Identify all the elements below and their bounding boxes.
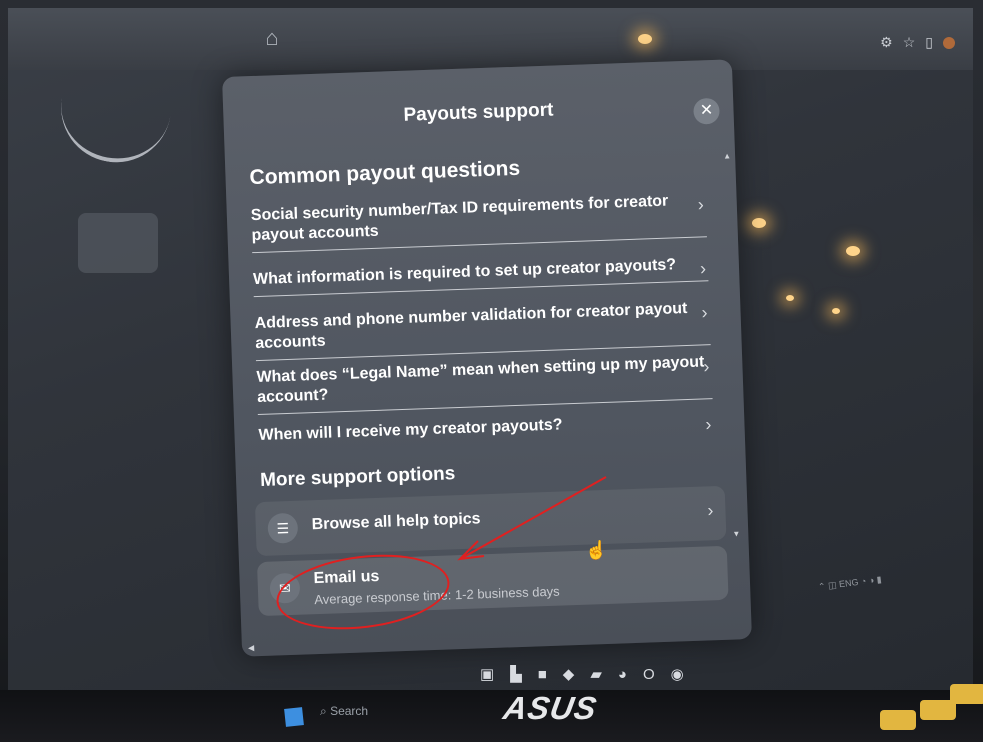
app-icon[interactable]: ◆ [563,666,591,683]
annotation-layer [457,476,607,561]
windows-start-icon[interactable] [284,707,304,727]
annotation-arrow-line [461,476,607,559]
keyboard-key [880,710,916,730]
search-icon: ⌕ [320,704,327,718]
store-icon[interactable]: ■ [538,666,563,683]
laptop-brand-logo: ASUS [500,690,600,726]
folder-icon[interactable]: ▰ [590,666,618,683]
explorer-icon[interactable]: ▣ [480,666,510,683]
chrome-icon[interactable]: ◉ [671,666,700,683]
keyboard-key [950,684,983,704]
keyboard-keys [870,680,983,742]
app-icon[interactable]: ▙ [510,666,538,683]
search-placeholder: Search [330,704,369,718]
annotation-arrow-head [457,540,485,561]
taskbar-search[interactable]: ⌕ Search [320,704,430,728]
opera-icon[interactable]: O [643,666,671,683]
edge-icon[interactable]: ◕ [618,666,643,683]
